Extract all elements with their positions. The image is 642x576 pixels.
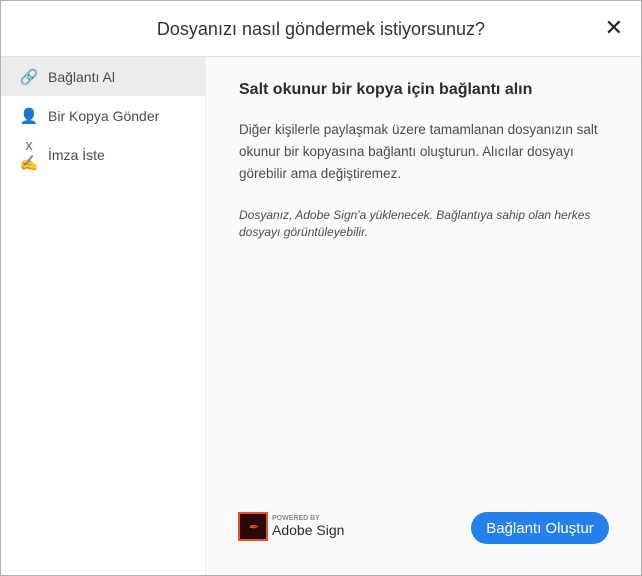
panel-description: Diğer kişilerle paylaşmak üzere tamamlan… (239, 122, 598, 181)
brand-name: Adobe Sign (272, 522, 345, 538)
sidebar-item-label: Bir Kopya Gönder (48, 107, 160, 124)
sidebar-item-send-copy[interactable]: 👤 Bir Kopya Gönder (1, 96, 205, 135)
signature-icon: x✍ (19, 137, 39, 172)
sidebar-item-label: Bağlantı Al (48, 68, 115, 85)
sidebar-item-get-link[interactable]: 🔗 Bağlantı Al (1, 57, 205, 96)
panel-note: Dosyanız, Adobe Sign'a yüklenecek. Bağla… (239, 208, 591, 239)
create-link-button[interactable]: Bağlantı Oluştur (471, 512, 609, 544)
powered-by-label: POWERED BY (272, 515, 320, 522)
share-dialog: Dosyanızı nasıl göndermek istiyorsunuz? … (0, 0, 642, 576)
sidebar-item-request-signature[interactable]: x✍ İmza İste (1, 135, 205, 174)
adobe-sign-logo-icon: ✒ (238, 512, 268, 541)
sidebar-item-label: İmza İste (48, 146, 105, 163)
panel-heading: Salt okunur bir kopya için bağlantı alın (239, 81, 533, 98)
adobe-sign-branding: ✒ POWERED BY Adobe Sign (238, 512, 344, 541)
dialog-title: Dosyanızı nasıl göndermek istiyorsunuz? (156, 19, 486, 39)
add-user-icon: 👤 (19, 107, 39, 125)
close-icon[interactable]: ✕ (605, 17, 623, 39)
sidebar: 🔗 Bağlantı Al 👤 Bir Kopya Gönder x✍ İmza İs… (1, 57, 206, 575)
dialog-header: Dosyanızı nasıl göndermek istiyorsunuz? … (1, 1, 641, 57)
main-panel: Salt okunur bir kopya için bağlantı alın… (207, 57, 641, 575)
link-icon: 🔗 (19, 68, 39, 86)
